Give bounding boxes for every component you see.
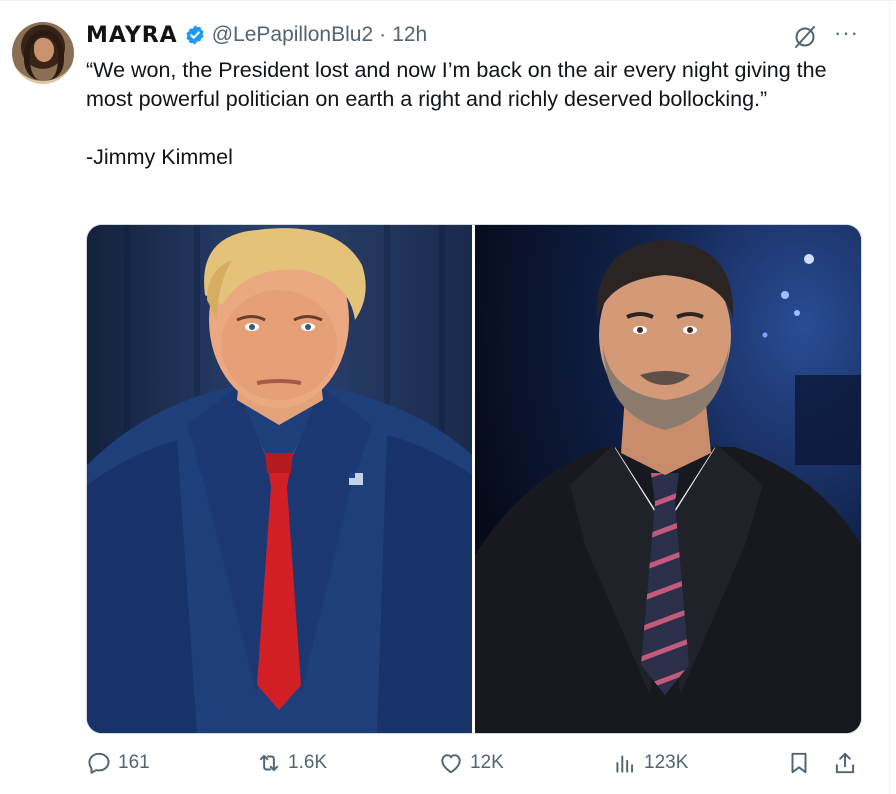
timeline-border	[889, 0, 890, 794]
heart-icon	[441, 754, 461, 774]
bookmark-button[interactable]	[786, 750, 812, 776]
tweet-header: MAYRA @LePapillonBlu2 · 12h	[86, 20, 427, 50]
timestamp[interactable]: 12h	[392, 23, 427, 47]
separator-dot: ·	[379, 23, 387, 46]
reply-button[interactable]: 161	[86, 750, 150, 776]
user-handle[interactable]: @LePapillonBlu2	[212, 23, 373, 47]
grok-icon[interactable]	[792, 24, 818, 50]
tweet-text: “We won, the President lost and now I’m …	[86, 58, 827, 169]
tweet-divider	[0, 0, 896, 1]
photo-left-illustration	[87, 225, 472, 733]
repost-button[interactable]: 1.6K	[256, 750, 327, 776]
reply-count: 161	[118, 752, 150, 773]
photo-man-blue-suit-red-tie[interactable]	[87, 225, 472, 733]
reply-icon	[88, 752, 110, 774]
tweet-actions: 161 1.6K 12K 123K	[86, 750, 866, 784]
like-count: 12K	[470, 752, 504, 773]
repost-count: 1.6K	[288, 752, 328, 773]
share-icon	[835, 752, 855, 774]
avatar[interactable]	[12, 22, 74, 84]
share-button[interactable]	[832, 750, 858, 776]
display-name[interactable]: MAYRA	[86, 23, 178, 48]
bookmark-icon	[791, 752, 807, 774]
like-button[interactable]: 12K	[438, 750, 504, 776]
photo-man-dark-suit-striped-tie[interactable]	[475, 225, 861, 733]
views-button[interactable]: 123K	[612, 750, 688, 776]
more-icon[interactable]: ···	[834, 20, 859, 46]
tweet[interactable]: MAYRA @LePapillonBlu2 · 12h ··· “We won,…	[0, 0, 896, 794]
avatar-face	[34, 38, 54, 62]
tweet-media[interactable]	[86, 224, 862, 734]
views-icon	[616, 755, 634, 773]
repost-icon	[259, 754, 279, 772]
verified-badge-icon	[186, 25, 204, 45]
photo-right-illustration	[475, 225, 861, 733]
view-count: 123K	[644, 752, 689, 773]
